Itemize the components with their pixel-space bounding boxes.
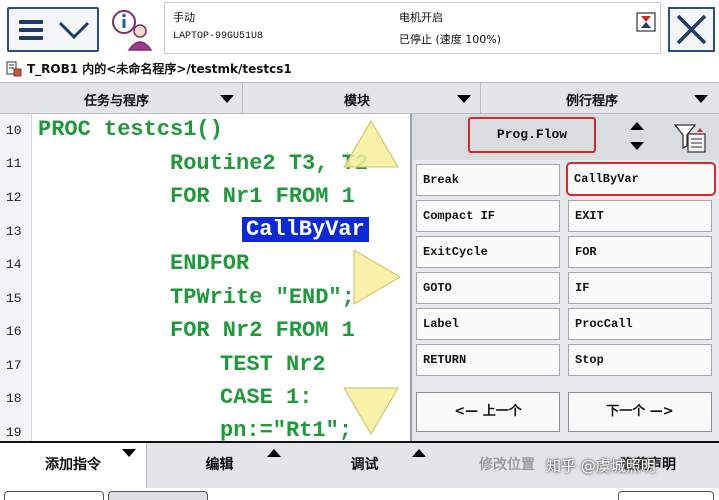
line-number: 11	[6, 156, 22, 171]
filter-icon[interactable]	[673, 122, 707, 154]
tab-modules[interactable]: 模块	[243, 83, 481, 114]
program-state: 已停止 (速度 100%)	[399, 33, 502, 46]
instruction-stop[interactable]: Stop	[568, 344, 712, 376]
line-number: 12	[6, 190, 22, 205]
tab-label: 例行程序	[566, 94, 619, 109]
hamburger-icon	[19, 20, 43, 40]
code-line[interactable]: FOR Nr2 FROM 1	[170, 318, 355, 343]
instruction-label[interactable]: Label	[416, 308, 560, 340]
close-icon	[676, 14, 707, 45]
button-label: 修改位置	[479, 457, 535, 473]
event-log-icon[interactable]	[636, 12, 656, 32]
panel-header: Prog.Flow	[412, 114, 719, 160]
line-number: 16	[6, 324, 22, 339]
category-selector[interactable]: Prog.Flow	[468, 117, 596, 153]
controller-name: LAPTOP-99GU51U8	[173, 31, 264, 42]
main-menu-button[interactable]	[7, 7, 99, 52]
tab-routines[interactable]: 例行程序	[481, 83, 719, 114]
operating-mode: 手动	[173, 11, 195, 24]
scroll-right-icon[interactable]	[352, 248, 402, 306]
tab-label: 模块	[344, 94, 371, 109]
watermark: 知乎 @虞城照明	[546, 457, 656, 475]
tab-label: 任务与程序	[84, 94, 150, 109]
edit-button[interactable]: 编辑	[147, 443, 292, 488]
instruction-goto[interactable]: GOTO	[416, 272, 560, 304]
code-line[interactable]: TEST Nr2	[220, 352, 326, 377]
line-number: 19	[6, 425, 22, 440]
taskbar-tab[interactable]	[4, 491, 104, 500]
next-page-button[interactable]: 下一个 —>	[568, 392, 712, 432]
line-number: 10	[6, 123, 22, 138]
tab-tasks-and-programs[interactable]: 任务与程序	[0, 83, 243, 114]
instruction-for[interactable]: FOR	[568, 236, 712, 268]
previous-page-button[interactable]: <— 上一个	[416, 392, 560, 432]
editor-tabs: 任务与程序 模块 例行程序	[0, 82, 719, 114]
category-down-icon[interactable]	[630, 142, 644, 150]
line-number: 15	[6, 291, 22, 306]
code-line[interactable]: FOR Nr1 FROM 1	[170, 184, 355, 209]
dropdown-arrow-icon	[122, 449, 136, 457]
scroll-down-icon[interactable]	[342, 386, 400, 436]
close-button[interactable]	[668, 7, 715, 52]
instruction-break[interactable]: Break	[416, 164, 560, 196]
category-up-icon[interactable]	[630, 122, 644, 130]
instruction-return[interactable]: RETURN	[416, 344, 560, 376]
dropdown-arrow-icon	[220, 95, 234, 103]
instruction-callbyvar[interactable]: CallByVar	[566, 162, 716, 196]
dropdown-arrow-icon	[694, 95, 708, 103]
code-line[interactable]: Routine2 T3, T2	[170, 151, 368, 176]
add-instruction-button[interactable]: 添加指令	[0, 443, 147, 488]
selected-code-line[interactable]: CallByVar	[242, 217, 369, 242]
top-bar: 手动 LAPTOP-99GU51U8 电机开启 已停止 (速度 100%)	[0, 0, 719, 56]
breadcrumb-bar: T_ROB1 内的<未命名程序>/testmk/testcs1	[0, 56, 719, 82]
debug-button[interactable]: 调试	[292, 443, 437, 488]
instruction-exitcycle[interactable]: ExitCycle	[416, 236, 560, 268]
button-label: 编辑	[205, 457, 234, 473]
status-panel: 手动 LAPTOP-99GU51U8 电机开启 已停止 (速度 100%)	[164, 2, 661, 54]
dropdown-arrow-icon	[457, 95, 471, 103]
taskbar-strip	[0, 488, 719, 500]
code-line[interactable]: CASE 1:	[220, 385, 312, 410]
taskbar-tab[interactable]	[108, 491, 208, 500]
breadcrumb: T_ROB1 内的<未命名程序>/testmk/testcs1	[27, 62, 292, 76]
scroll-up-icon[interactable]	[342, 119, 400, 169]
code-line[interactable]: PROC testcs1()	[38, 117, 223, 142]
instruction-compact-if[interactable]: Compact IF	[416, 200, 560, 232]
taskbar-tab[interactable]	[618, 491, 714, 500]
line-number: 13	[6, 224, 22, 239]
instruction-exit[interactable]: EXIT	[568, 200, 712, 232]
code-line[interactable]: pn:="Rt1";	[220, 418, 352, 441]
chevron-down-icon	[58, 21, 90, 40]
operator-info-icon[interactable]	[110, 8, 156, 52]
instruction-proccall[interactable]: ProcCall	[568, 308, 712, 340]
instruction-if[interactable]: IF	[568, 272, 712, 304]
button-label: 添加指令	[45, 457, 101, 473]
code-editor[interactable]: 10 11 12 13 14 15 16 17 18 19 PROC testc…	[0, 114, 410, 441]
code-line[interactable]: TPWrite "END";	[170, 285, 355, 310]
button-label: 调试	[350, 457, 379, 473]
motor-state: 电机开启	[399, 11, 443, 24]
code-line[interactable]: ENDFOR	[170, 251, 249, 276]
menu-up-arrow-icon	[412, 449, 426, 457]
menu-up-arrow-icon	[267, 449, 281, 457]
instruction-picker-panel: Prog.Flow Break CallByVar Compact IF EXI…	[410, 114, 719, 441]
line-number: 17	[6, 358, 22, 373]
line-number: 18	[6, 391, 22, 406]
program-editor-icon	[6, 61, 22, 77]
line-number: 14	[6, 257, 22, 272]
line-number-gutter: 10 11 12 13 14 15 16 17 18 19	[0, 114, 32, 441]
